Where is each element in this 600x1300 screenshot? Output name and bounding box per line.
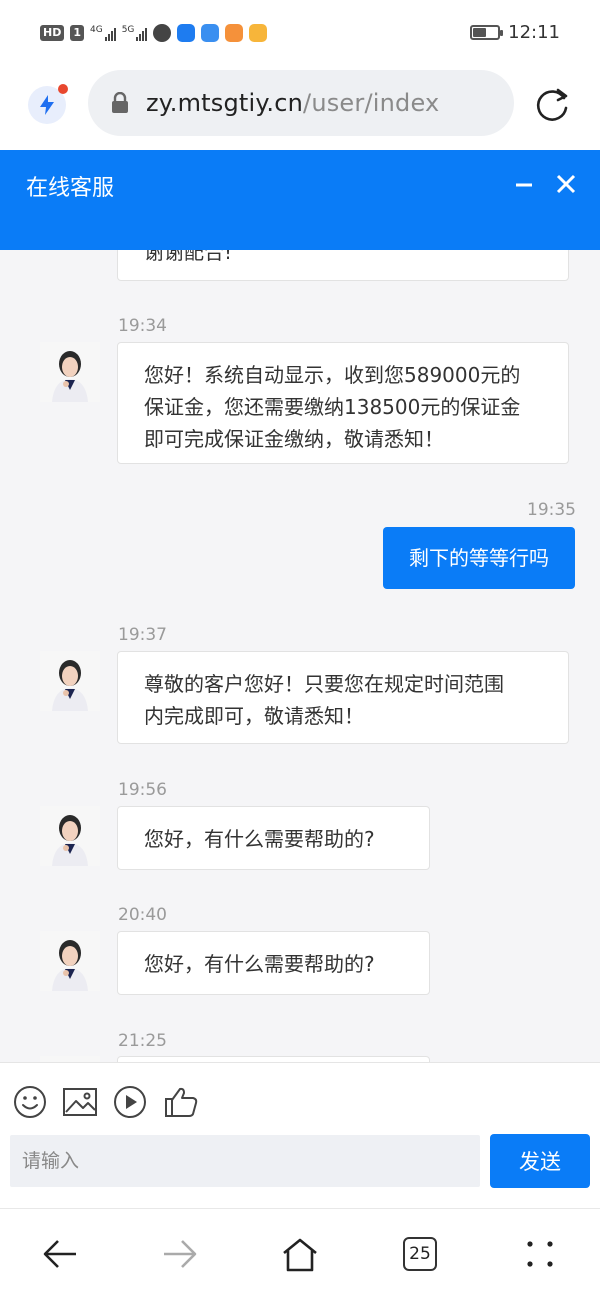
browser-toolbar: zy.mtsgtiy.cn/user/index: [0, 70, 600, 150]
forward-icon[interactable]: [162, 1237, 198, 1275]
video-app-icon: [225, 24, 244, 42]
message-line: 内完成即可，敬请悉知！: [144, 704, 364, 728]
url-text: zy.mtsgtiy.cn/user/index: [146, 89, 439, 117]
app-notification-icon: [177, 24, 196, 42]
message-time: 21:25: [118, 1031, 167, 1051]
message-input[interactable]: [10, 1135, 480, 1187]
signal-icon-2: 5G: [122, 25, 148, 41]
status-icons: HD 1 4G 5G: [40, 24, 268, 42]
message-time: 19:37: [118, 625, 167, 645]
message-time: 19:34: [118, 316, 167, 336]
avatar: [40, 806, 100, 866]
shop-app-icon: [249, 24, 268, 42]
home-icon[interactable]: [281, 1237, 319, 1277]
tabs-button[interactable]: 25: [403, 1237, 437, 1271]
avatar: [40, 342, 100, 402]
browser-bottom-nav: 25: [0, 1208, 600, 1300]
status-right: 12:11: [470, 22, 560, 43]
message-time: 20:40: [118, 905, 167, 925]
url-path: /user/index: [303, 89, 440, 117]
message-list[interactable]: 谢谢配合! 19:34 您好！系统自动显示，收到您589000元的 保证金，您还…: [0, 250, 600, 1062]
message-line: 您好，有什么需要帮助的?: [144, 952, 375, 976]
weather-app-icon: [201, 24, 220, 42]
address-bar[interactable]: zy.mtsgtiy.cn/user/index: [88, 70, 514, 136]
message-text: 谢谢配合!: [144, 250, 233, 264]
minimize-icon[interactable]: [512, 172, 536, 200]
image-icon[interactable]: [62, 1085, 98, 1123]
message-time: 19:56: [118, 780, 167, 800]
message-bubble: 您好，有什么需要帮助的?: [117, 806, 430, 870]
send-button[interactable]: 发送: [490, 1134, 590, 1188]
message-text: 剩下的等等行吗: [409, 546, 549, 570]
message-line: 保证金，您还需要缴纳138500元的保证金: [144, 395, 521, 419]
avatar: [40, 651, 100, 711]
message-bubble: 您好！系统自动显示，收到您589000元的 保证金，您还需要缴纳138500元的…: [117, 342, 569, 464]
chat-header: 在线客服: [0, 150, 600, 250]
hd-badge: HD: [40, 25, 65, 41]
notification-dot: [58, 84, 68, 94]
thumbs-up-icon[interactable]: [163, 1085, 199, 1123]
signal-icon-1: 4G: [90, 25, 116, 41]
status-bar: HD 1 4G 5G 12:11: [0, 0, 600, 70]
message-line: 尊敬的客户您好！只要您在规定时间范围: [144, 672, 504, 696]
message-line: 即可完成保证金缴纳，敬请悉知！: [144, 427, 444, 451]
url-host: zy.mtsgtiy.cn: [146, 89, 304, 117]
sent-message-bubble: 剩下的等等行吗: [383, 527, 575, 589]
message-bubble: 尊敬的客户您好！只要您在规定时间范围 内完成即可，敬请悉知！: [117, 651, 569, 744]
sim-badge: 1: [70, 25, 84, 41]
reload-icon[interactable]: [532, 84, 572, 128]
close-icon[interactable]: [554, 172, 578, 200]
lock-icon: [110, 91, 130, 118]
back-icon[interactable]: [42, 1237, 78, 1275]
message-bubble: 您好，有什么需要帮助的?: [117, 931, 430, 995]
vpn-app-icon: [153, 24, 172, 42]
page-title: 在线客服: [26, 176, 115, 201]
clock: 12:11: [508, 22, 560, 43]
play-icon[interactable]: [113, 1085, 147, 1123]
avatar: [40, 931, 100, 991]
message-line: 您好！系统自动显示，收到您589000元的: [144, 363, 521, 387]
menu-icon[interactable]: [525, 1239, 555, 1273]
message-time: 19:35: [527, 500, 576, 520]
message-line: 您好，有什么需要帮助的?: [144, 827, 375, 851]
battery-icon: [470, 25, 504, 40]
emoji-icon[interactable]: [13, 1085, 47, 1123]
lightning-icon[interactable]: [28, 84, 68, 124]
message-bubble: 谢谢配合!: [117, 250, 569, 281]
composer: 发送: [0, 1062, 600, 1208]
